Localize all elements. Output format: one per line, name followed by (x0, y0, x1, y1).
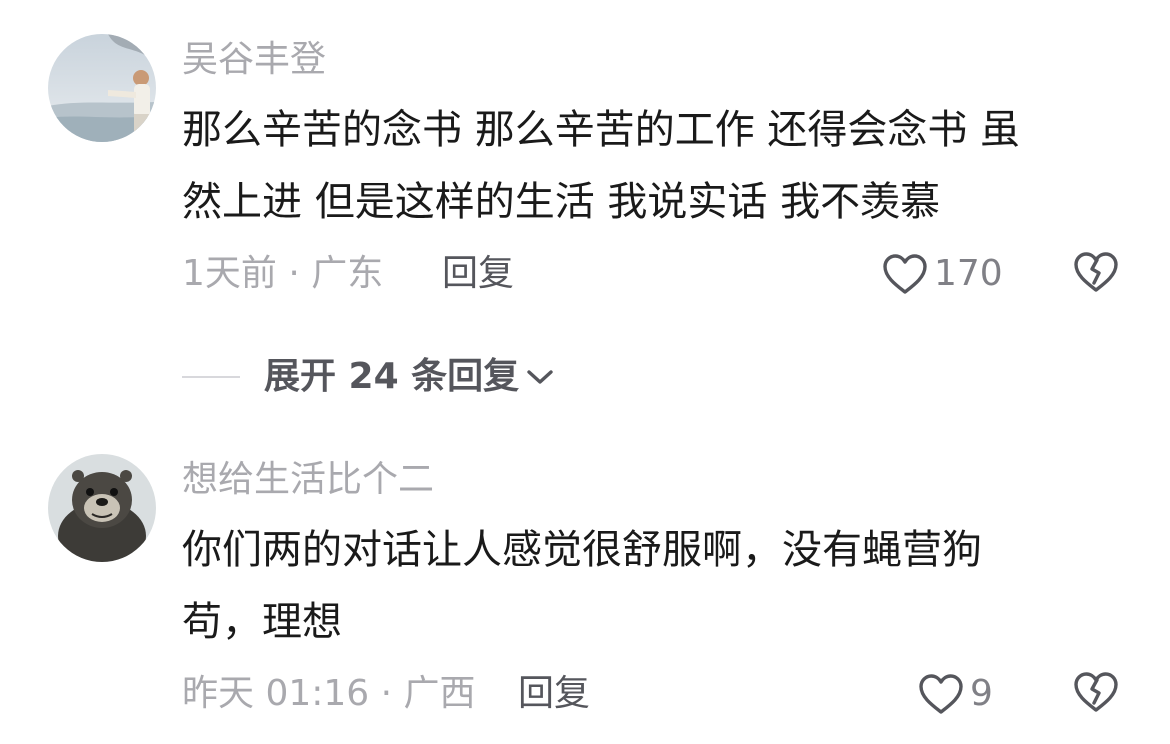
dislike-button[interactable] (1072, 670, 1120, 718)
comment-meta: 1天前 · 广东 (182, 253, 384, 294)
username[interactable]: 吴谷丰登 (182, 38, 326, 82)
heart-outline-icon (883, 254, 927, 294)
comment-text: 你们两的对话让人感觉很舒服啊，没有蝇营狗 苟，理想 (182, 527, 982, 645)
broken-heart-icon (1074, 252, 1118, 292)
avatar-image (48, 34, 156, 142)
divider-line (182, 376, 240, 378)
heart-outline-icon (919, 674, 963, 714)
chevron-down-icon (527, 370, 553, 384)
username[interactable]: 想给生活比个二 (182, 458, 434, 502)
dislike-button[interactable] (1072, 250, 1120, 298)
comment-meta: 昨天 01:16 · 广西 (182, 673, 476, 714)
expand-replies-button[interactable]: 展开 24 条回复 (182, 352, 555, 402)
user-avatar[interactable] (48, 454, 156, 562)
expand-replies-label: 展开 24 条回复 (264, 356, 520, 397)
broken-heart-icon (1074, 672, 1118, 712)
like-button[interactable]: 9 (918, 670, 993, 718)
user-avatar[interactable] (48, 34, 156, 142)
comment-list: 吴谷丰登 那么辛苦的念书 那么辛苦的工作 还得会念书 虽 然上进 但是这样的生活… (0, 0, 1170, 744)
like-button[interactable]: 170 (882, 250, 1003, 298)
comment-text: 那么辛苦的念书 那么辛苦的工作 还得会念书 虽 然上进 但是这样的生活 我说实话… (182, 107, 1021, 225)
avatar-image (48, 454, 156, 562)
reply-button[interactable]: 回复 (442, 252, 514, 296)
reply-button[interactable]: 回复 (518, 672, 590, 716)
like-count: 9 (970, 673, 993, 714)
like-count: 170 (934, 253, 1003, 294)
